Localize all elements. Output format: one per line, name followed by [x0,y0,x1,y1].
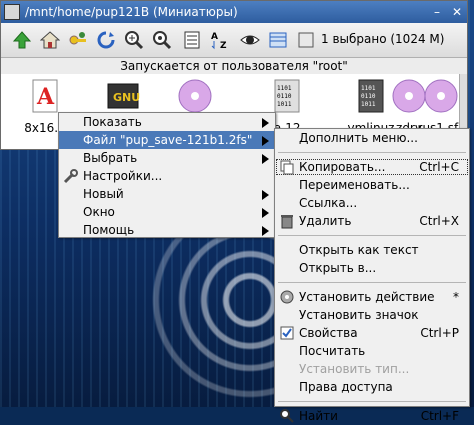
svg-text:Z: Z [220,41,227,50]
zoom-fit-icon[interactable] [151,29,173,51]
menu-item-settings[interactable]: Настройки... [59,167,275,185]
menu-item-window[interactable]: Окно [59,203,275,221]
menu-item-set-icon[interactable]: Установить значок [275,306,469,324]
svg-text:1101: 1101 [277,85,292,92]
title-bar[interactable]: /mnt/home/pup121B (Миниатюры) – ✕ [1,1,467,23]
menu-item-select[interactable]: Выбрать [59,149,275,167]
properties-icon [280,326,294,340]
menu-item-count[interactable]: Посчитать [275,342,469,360]
minimize-button[interactable]: – [429,4,445,20]
font-file-icon: A [32,79,58,113]
menu-item-help[interactable]: Помощь [59,221,275,239]
menu-item-set-type[interactable]: Установить тип... [275,360,469,378]
svg-text:1101: 1101 [361,85,376,92]
refresh-icon[interactable] [95,29,117,51]
menu-separator [278,401,466,402]
svg-text:1011: 1011 [361,101,376,108]
menu-item-copy[interactable]: Копировать... Ctrl+C [275,158,469,176]
eye-icon[interactable] [239,29,261,51]
window-app-icon[interactable] [4,4,20,20]
menu-item-delete[interactable]: Удалить Ctrl+X [275,212,469,230]
gnu-terminal-icon: GNU [107,83,140,109]
menu-item-permissions[interactable]: Права доступа [275,378,469,396]
menu-item-open-in[interactable]: Открыть в... [275,259,469,277]
context-menu: Показать Файл "pup_save-121b1.2fs" Выбра… [58,112,276,238]
menu-item-rename[interactable]: Переименовать... [275,176,469,194]
svg-text:0110: 0110 [277,93,292,100]
svg-text:A: A [36,84,55,110]
menu-separator [278,152,466,153]
menu-separator [278,235,466,236]
binary-file-icon: 110101101011 [274,79,300,113]
columns-icon[interactable] [267,29,289,51]
tools-icon [63,169,78,184]
trash-icon [281,215,293,229]
root-warning: Запускается от пользователя "root" [120,59,348,73]
toolbar: AZ 1 выбрано (1024 М) [1,23,467,58]
menu-item-find[interactable]: Найти Ctrl+F [275,407,469,425]
selection-icon [295,29,317,51]
menu-separator [278,282,466,283]
sort-az-icon[interactable]: AZ [209,29,231,51]
selection-status: 1 выбрано (1024 М) [321,32,445,46]
menu-item-link[interactable]: Ссылка... [275,194,469,212]
file-submenu: Дополнить меню... Копировать... Ctrl+C Пе… [274,128,470,423]
menu-item-customize[interactable]: Дополнить меню... [275,129,469,147]
svg-text:GNU: GNU [113,91,140,104]
key-icon[interactable] [67,29,89,51]
svg-text:A: A [211,32,218,42]
zoom-in-icon[interactable] [123,29,145,51]
window-title: /mnt/home/pup121B (Миниатюры) [25,5,238,19]
menu-item-file[interactable]: Файл "pup_save-121b1.2fs" [59,131,275,149]
svg-text:1011: 1011 [277,101,292,108]
menu-item-new[interactable]: Новый [59,185,275,203]
disc-icon [424,79,458,113]
disc-icon [178,79,212,113]
close-button[interactable]: ✕ [449,4,465,20]
menu-item-properties[interactable]: Свойства Ctrl+P [275,324,469,342]
up-arrow-icon[interactable] [11,29,33,51]
menu-item-open-as-text[interactable]: Открыть как текст [275,241,469,259]
details-icon[interactable] [181,29,203,51]
copy-icon [280,160,294,175]
menu-item-show[interactable]: Показать [59,113,275,131]
svg-text:0110: 0110 [361,93,376,100]
search-icon [280,409,294,423]
action-icon [280,290,294,304]
home-icon[interactable] [39,29,61,51]
menu-item-set-action[interactable]: Установить действие * [275,288,469,306]
